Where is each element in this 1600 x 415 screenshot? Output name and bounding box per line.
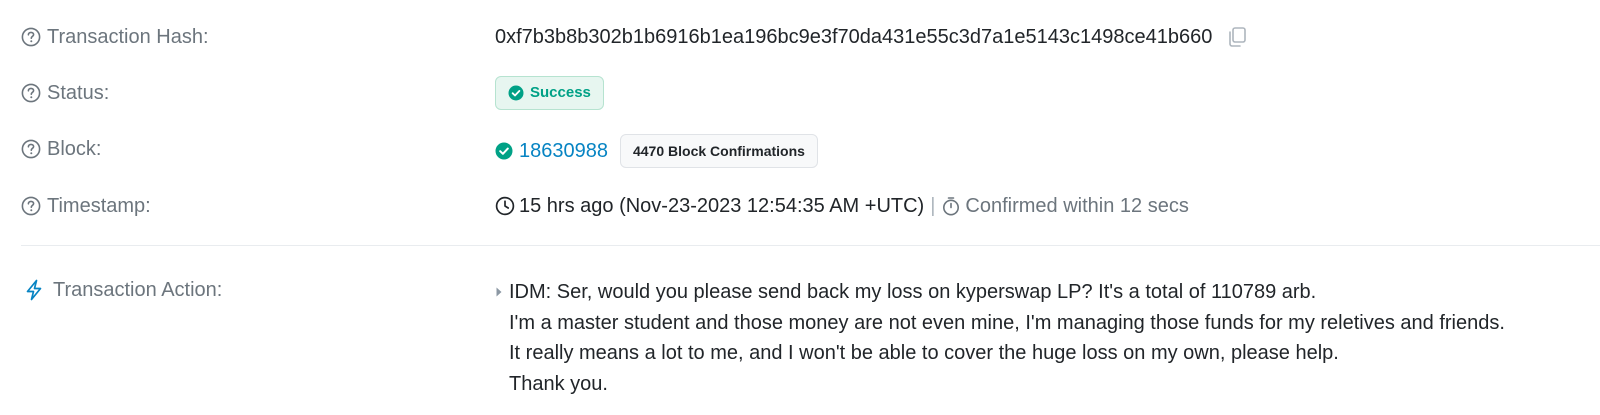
timestamp-text: 15 hrs ago (Nov-23-2023 12:54:35 AM +UTC… [519,195,925,217]
transaction-hash-value: 0xf7b3b8b302b1b6916b1ea196bc9e3f70da431e… [495,25,1248,49]
clock-icon [495,196,515,216]
block-label-text: Block: [47,138,102,160]
section-divider [21,245,1600,246]
status-label: Status: [21,81,109,105]
transaction-hash-text: 0xf7b3b8b302b1b6916b1ea196bc9e3f70da431e… [495,26,1213,48]
copy-icon[interactable] [1226,26,1248,48]
block-confirmations-badge: 4470 Block Confirmations [619,134,818,168]
timestamp-separator: | [930,195,936,217]
action-line: I'm a master student and those money are… [509,311,1505,334]
question-circle-icon[interactable] [21,27,41,47]
status-label-text: Status: [47,82,110,104]
lightning-bolt-icon [24,279,44,301]
confirmed-within-text: Confirmed within 12 secs [965,195,1189,217]
question-circle-icon[interactable] [21,196,41,216]
action-line: Thank you. [509,372,608,395]
transaction-hash-label-text: Transaction Hash: [47,26,209,48]
transaction-action-body: IDM: Ser, would you please send back my … [495,277,1505,399]
status-text: Success [530,84,591,101]
caret-right-icon[interactable] [495,285,503,299]
check-circle-icon [495,142,513,160]
question-circle-icon[interactable] [21,83,41,103]
action-line: It really means a lot to me, and I won't… [509,342,1339,364]
status-badge: Success [495,76,604,110]
timestamp-label: Timestamp: [21,194,151,218]
status-value: Success [495,76,604,110]
stopwatch-icon [941,196,961,216]
transaction-hash-label: Transaction Hash: [21,25,209,49]
timestamp-value: 15 hrs ago (Nov-23-2023 12:54:35 AM +UTC… [495,194,1189,218]
action-line: IDM: Ser, would you please send back my … [509,281,1317,303]
question-circle-icon[interactable] [21,139,41,159]
block-label: Block: [21,137,101,161]
block-number-link[interactable]: 18630988 [519,139,608,163]
timestamp-label-text: Timestamp: [47,195,151,217]
block-value: 18630988 4470 Block Confirmations [495,134,818,168]
transaction-action-label-text: Transaction Action: [53,279,223,301]
transaction-action-label: Transaction Action: [24,278,222,302]
check-circle-icon [508,85,524,101]
